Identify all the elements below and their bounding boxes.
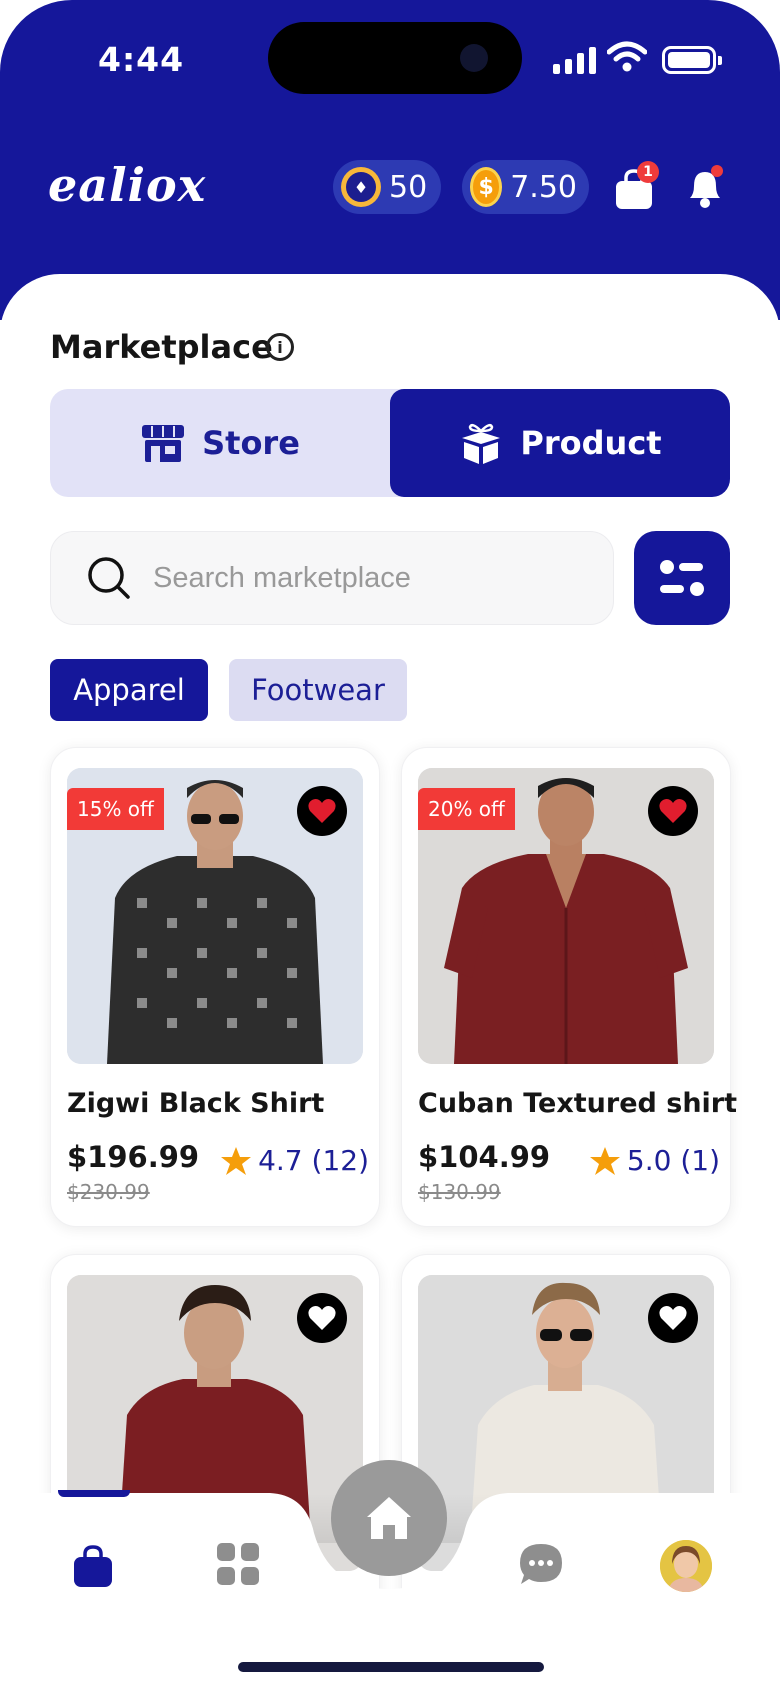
product-price: $104.99: [418, 1140, 551, 1174]
product-card[interactable]: 20% off Cuban Textured shirt $104.99 $13…: [401, 747, 737, 1227]
star-icon: [221, 1146, 252, 1175]
home-button[interactable]: [331, 1460, 447, 1576]
camera-icon: [460, 44, 488, 72]
search-bar: [50, 531, 614, 625]
discount-badge: 15% off: [67, 788, 164, 830]
product-rating: 5.0 (1): [589, 1144, 720, 1177]
chip-apparel[interactable]: Apparel: [50, 659, 208, 721]
home-icon: [367, 1497, 411, 1539]
chip-footwear[interactable]: Footwear: [229, 659, 407, 721]
shopping-bag-icon[interactable]: [72, 1544, 114, 1588]
favorite-button[interactable]: [648, 786, 698, 836]
heart-icon: [659, 799, 687, 823]
grid-icon[interactable]: [216, 1542, 260, 1586]
favorite-button[interactable]: [648, 1293, 698, 1343]
tab-store-label: Store: [202, 424, 300, 462]
home-indicator: [238, 1662, 544, 1672]
signal-icon: [553, 44, 596, 74]
product-name: Zigwi Black Shirt: [67, 1088, 325, 1119]
tab-product-label: Product: [520, 424, 662, 462]
heart-icon: [308, 1306, 336, 1330]
tab-store[interactable]: Store: [50, 389, 390, 497]
notification-dot: [711, 165, 723, 177]
product-rating: 4.7 (12): [220, 1144, 369, 1177]
dynamic-island: [268, 22, 522, 94]
coins-value: 7.50: [510, 169, 577, 205]
gems-balance[interactable]: ♦ 50: [333, 160, 441, 214]
coins-balance[interactable]: $ 7.50: [462, 160, 589, 214]
gift-box-icon: [462, 423, 501, 464]
product-rating-text: 4.7 (12): [258, 1144, 369, 1177]
search-icon: [88, 557, 130, 599]
discount-badge: 20% off: [418, 788, 515, 830]
page-title: Marketplace: [50, 328, 273, 366]
filter-button[interactable]: [634, 531, 730, 625]
product-old-price: $230.99: [67, 1180, 150, 1204]
product-rating-text: 5.0 (1): [626, 1144, 720, 1177]
app-screen: 4:44 ealiox ♦ 50 $ 7.50 1 Marketplace i: [0, 0, 780, 1689]
cart-badge: 1: [637, 161, 659, 183]
app-logo[interactable]: ealiox: [48, 158, 206, 212]
store-product-toggle: Store Product: [50, 389, 730, 497]
search-input[interactable]: [153, 561, 573, 595]
favorite-button[interactable]: [297, 786, 347, 836]
heart-icon: [659, 1306, 687, 1330]
gem-icon: ♦: [341, 167, 381, 207]
heart-icon: [308, 799, 336, 823]
status-time: 4:44: [98, 40, 185, 79]
store-icon: [142, 425, 185, 462]
coin-icon: $: [470, 167, 503, 207]
star-icon: [589, 1146, 620, 1175]
avatar[interactable]: [660, 1540, 712, 1592]
battery-icon: [662, 46, 722, 74]
nav-active-indicator: [58, 1490, 130, 1497]
favorite-button[interactable]: [297, 1293, 347, 1343]
product-card[interactable]: 15% off Zigwi Black Shirt $196.99 $230.9…: [50, 747, 380, 1227]
info-icon[interactable]: i: [266, 333, 294, 361]
tab-product[interactable]: Product: [390, 389, 730, 497]
product-price: $196.99: [67, 1140, 200, 1174]
filter-icon: [660, 560, 704, 596]
product-old-price: $130.99: [418, 1180, 501, 1204]
product-name: Cuban Textured shirt: [418, 1088, 738, 1119]
wifi-icon: [607, 41, 647, 72]
chat-icon[interactable]: [518, 1542, 564, 1586]
gems-value: 50: [389, 169, 428, 205]
